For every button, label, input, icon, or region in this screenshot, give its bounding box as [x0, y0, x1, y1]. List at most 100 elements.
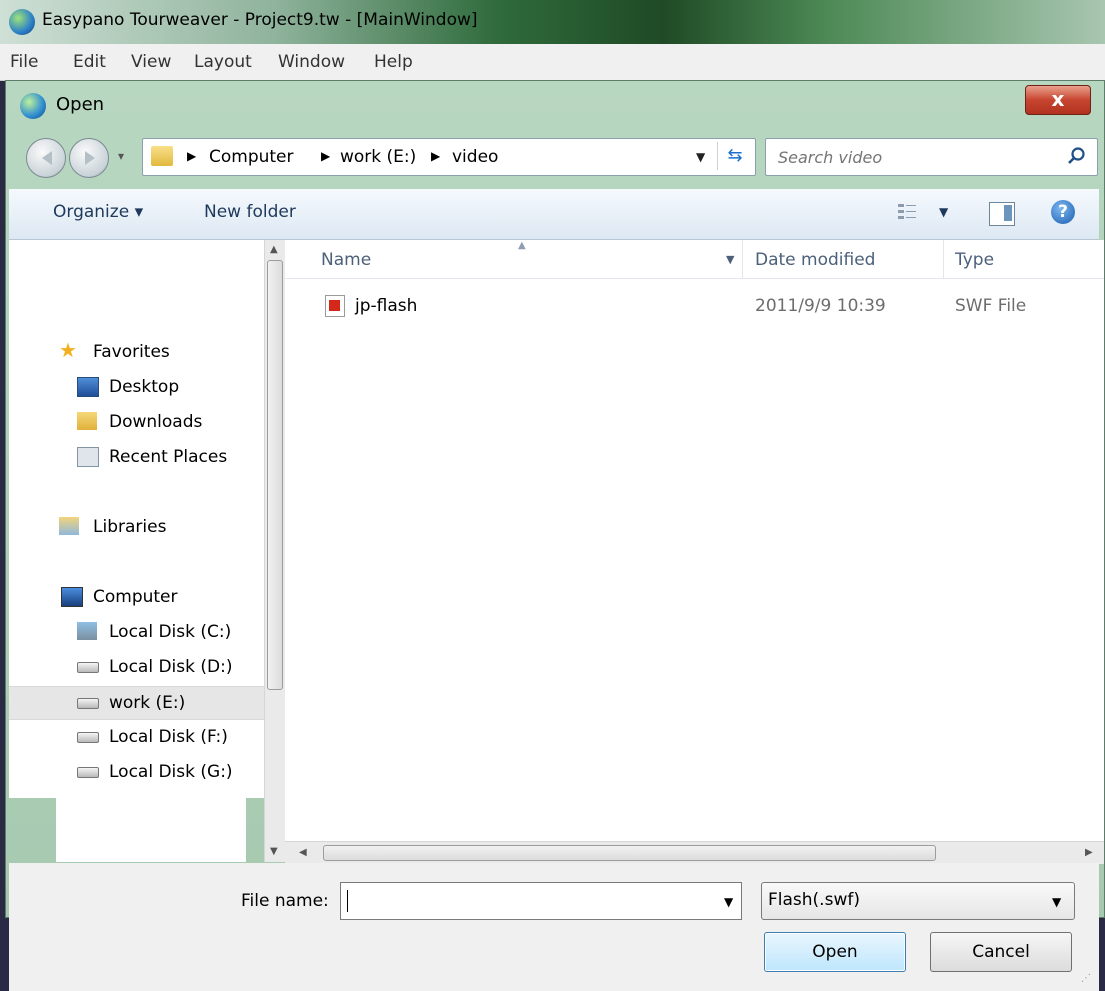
- column-filter-dropdown-icon[interactable]: ▼: [726, 253, 734, 266]
- file-type-value: Flash(.swf): [768, 890, 860, 910]
- menu-file[interactable]: File: [10, 52, 38, 72]
- nav-label: Libraries: [93, 517, 167, 537]
- nav-disk-c[interactable]: Local Disk (C:): [9, 616, 264, 648]
- menu-view[interactable]: View: [131, 52, 171, 72]
- system-disk-icon: [77, 622, 97, 640]
- nav-label: Computer: [93, 587, 178, 607]
- scroll-left-icon[interactable]: ◀: [299, 847, 307, 858]
- recent-places-icon: [77, 447, 99, 467]
- new-folder-button[interactable]: New folder: [204, 202, 296, 222]
- dialog-titlebar[interactable]: Open x: [6, 81, 1104, 133]
- nav-desktop[interactable]: Desktop: [9, 371, 264, 403]
- nav-label: Recent Places: [109, 447, 228, 467]
- file-name-input[interactable]: [347, 889, 711, 913]
- breadcrumb-arrow-icon[interactable]: ▶: [321, 149, 330, 163]
- open-dialog: Open x ▾ ▶ Computer ▶ work (E:) ▶ video …: [5, 80, 1105, 991]
- refresh-icon[interactable]: ⇆: [717, 142, 752, 170]
- command-bar: Organize ▾ New folder ▼ ?: [9, 189, 1099, 240]
- breadcrumb-arrow-icon[interactable]: ▶: [187, 149, 196, 163]
- swf-file-icon: [325, 295, 345, 317]
- nav-computer[interactable]: Computer: [9, 581, 264, 613]
- column-divider[interactable]: [943, 240, 944, 278]
- app-globe-icon: [9, 9, 35, 35]
- organize-menu-button[interactable]: Organize ▾: [53, 202, 143, 222]
- scroll-down-icon[interactable]: ▼: [270, 846, 278, 857]
- nav-vertical-scrollbar[interactable]: ▲ ▼: [264, 240, 285, 862]
- address-bar[interactable]: ▶ Computer ▶ work (E:) ▶ video ▼ ⇆: [142, 138, 756, 176]
- file-list: ▲ Name ▼ Date modified Type jp-flash 201…: [285, 240, 1104, 841]
- close-button[interactable]: x: [1025, 85, 1091, 115]
- file-type-dropdown-icon[interactable]: ▼: [1052, 895, 1061, 909]
- menu-edit[interactable]: Edit: [73, 52, 106, 72]
- menu-layout[interactable]: Layout: [194, 52, 252, 72]
- nav-label: Downloads: [109, 412, 203, 432]
- column-divider[interactable]: [742, 240, 743, 278]
- menu-help[interactable]: Help: [374, 52, 413, 72]
- breadcrumb-video[interactable]: video: [452, 147, 498, 167]
- view-options-icon[interactable]: [897, 202, 917, 222]
- nav-work-e[interactable]: work (E:): [9, 686, 264, 720]
- nav-label: work (E:): [109, 693, 186, 713]
- drive-icon: [77, 698, 99, 709]
- navigation-pane: ★ Favorites Desktop Downloads Recent Pla…: [9, 240, 264, 798]
- menu-window[interactable]: Window: [278, 52, 345, 72]
- search-icon[interactable]: [1066, 145, 1088, 167]
- libraries-icon: [59, 517, 79, 535]
- back-button[interactable]: [26, 138, 66, 178]
- cancel-button[interactable]: Cancel: [930, 932, 1072, 972]
- scroll-up-icon[interactable]: ▲: [270, 244, 278, 255]
- nav-favorites[interactable]: ★ Favorites: [9, 336, 264, 368]
- nav-downloads[interactable]: Downloads: [9, 406, 264, 438]
- nav-disk-g[interactable]: Local Disk (G:): [9, 756, 264, 788]
- recent-locations-chevron-icon[interactable]: ▾: [118, 149, 124, 163]
- file-type-select[interactable]: Flash(.swf) ▼: [761, 882, 1075, 920]
- nav-recent-places[interactable]: Recent Places: [9, 441, 264, 473]
- nav-libraries[interactable]: Libraries: [9, 511, 264, 543]
- drive-icon: [77, 767, 99, 778]
- open-button[interactable]: Open: [764, 932, 906, 972]
- forward-button[interactable]: [69, 138, 109, 178]
- file-list-horizontal-scrollbar[interactable]: ◀ ▶: [285, 841, 1104, 864]
- computer-icon: [61, 587, 83, 607]
- breadcrumb-computer[interactable]: Computer: [209, 147, 294, 167]
- nav-label: Local Disk (D:): [109, 657, 233, 677]
- preview-pane-icon[interactable]: [989, 202, 1015, 226]
- file-type: SWF File: [955, 296, 1027, 316]
- breadcrumb-arrow-icon[interactable]: ▶: [431, 149, 440, 163]
- dialog-footer: File name: ▼ Flash(.swf) ▼ Open Cancel ⋰: [9, 863, 1099, 991]
- main-window-title: Easypano Tourweaver - Project9.tw - [Mai…: [42, 10, 478, 30]
- breadcrumb-work-e[interactable]: work (E:): [340, 147, 416, 167]
- file-name-combobox[interactable]: ▼: [340, 882, 742, 920]
- file-name-label: File name:: [241, 891, 329, 911]
- address-dropdown-icon[interactable]: ▼: [696, 150, 705, 164]
- menu-bar: File Edit View Layout Window Help: [0, 44, 1105, 81]
- horizontal-scroll-thumb[interactable]: [323, 845, 936, 861]
- help-icon[interactable]: ?: [1051, 200, 1075, 224]
- file-name: jp-flash: [355, 296, 418, 316]
- resize-grip-icon[interactable]: ⋰: [1081, 973, 1091, 984]
- scroll-right-icon[interactable]: ▶: [1085, 847, 1093, 858]
- nav-label: Favorites: [93, 342, 170, 362]
- drive-icon: [77, 732, 99, 743]
- column-type[interactable]: Type: [955, 250, 994, 270]
- nav-disk-d[interactable]: Local Disk (D:): [9, 651, 264, 683]
- downloads-folder-icon: [77, 412, 97, 430]
- nav-label: Local Disk (C:): [109, 622, 232, 642]
- sort-ascending-icon: ▲: [518, 240, 526, 251]
- drive-icon: [77, 662, 99, 673]
- column-name[interactable]: Name: [321, 250, 371, 270]
- nav-label: Local Disk (G:): [109, 762, 233, 782]
- column-date-modified[interactable]: Date modified: [755, 250, 875, 270]
- nav-scroll-thumb[interactable]: [267, 260, 283, 690]
- main-window-titlebar: Easypano Tourweaver - Project9.tw - [Mai…: [0, 0, 1105, 44]
- view-dropdown-icon[interactable]: ▼: [939, 205, 948, 219]
- dialog-title: Open: [56, 94, 105, 115]
- redacted-area: [56, 796, 246, 862]
- desktop-icon: [77, 377, 99, 397]
- file-name-dropdown-icon[interactable]: ▼: [724, 895, 733, 909]
- file-row[interactable]: jp-flash 2011/9/9 10:39 SWF File: [285, 290, 1104, 322]
- nav-disk-f[interactable]: Local Disk (F:): [9, 721, 264, 753]
- search-input[interactable]: [776, 145, 1050, 169]
- folder-icon: [151, 146, 173, 166]
- search-box[interactable]: [765, 138, 1098, 176]
